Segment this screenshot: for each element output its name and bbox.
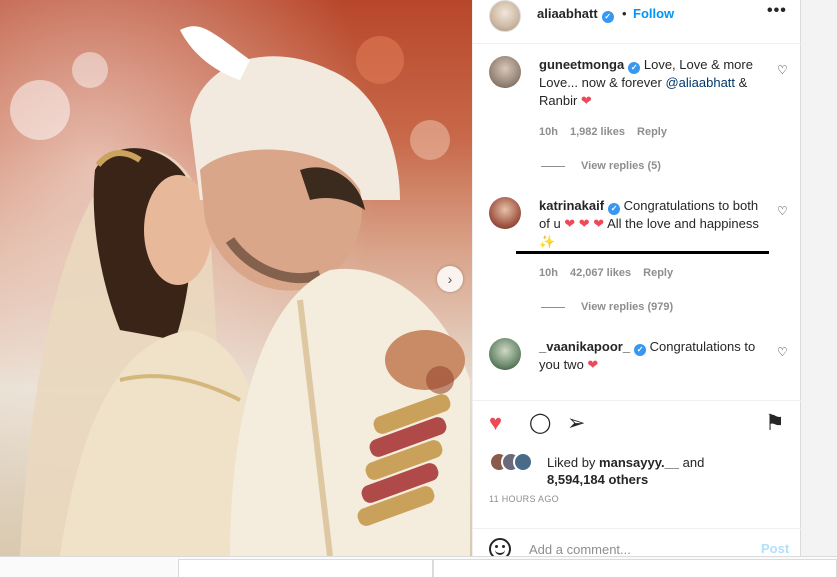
sparkle-emoji-icon: ✨ bbox=[539, 234, 556, 249]
post-photo[interactable]: › bbox=[0, 0, 472, 556]
comment-text: guneetmonga ✓ Love, Love & more Love... n… bbox=[539, 56, 767, 110]
comment-meta: 10h 42,067 likes Reply bbox=[539, 267, 685, 279]
view-replies-button[interactable]: View replies (979) bbox=[541, 301, 673, 313]
likes-count[interactable]: 8,594,184 others bbox=[547, 472, 648, 487]
comment-bubble-icon[interactable]: ◯ bbox=[529, 411, 551, 435]
comment-time: 10h bbox=[539, 267, 558, 279]
comment-likes[interactable]: 42,067 likes bbox=[570, 267, 631, 279]
liked-by-avatars[interactable] bbox=[489, 452, 543, 472]
follow-button[interactable]: Follow bbox=[633, 6, 674, 21]
bottom-strip bbox=[0, 556, 837, 577]
commenter-username[interactable]: guneetmonga bbox=[539, 57, 624, 72]
reply-button[interactable]: Reply bbox=[643, 267, 673, 279]
more-options-icon[interactable]: ••• bbox=[767, 2, 787, 20]
verified-badge-icon: ✓ bbox=[608, 203, 621, 215]
comment-time: 10h bbox=[539, 126, 558, 138]
post-comment-button[interactable]: Post bbox=[761, 541, 789, 556]
share-paper-plane-icon[interactable]: ➢ bbox=[567, 411, 585, 435]
liker-avatar bbox=[513, 452, 533, 472]
comment-text: katrinakaif ✓ Congratulations to both of … bbox=[539, 197, 767, 251]
view-replies-label[interactable]: View replies (5) bbox=[581, 160, 661, 172]
post-header: aliaabhatt ✓ • Follow ••• bbox=[473, 0, 802, 44]
annotation-underline bbox=[516, 251, 769, 254]
author-username[interactable]: aliaabhatt ✓ bbox=[537, 6, 614, 23]
liked-by-and: and bbox=[679, 455, 705, 470]
author-username-text[interactable]: aliaabhatt bbox=[537, 6, 598, 21]
verified-badge-icon: ✓ bbox=[601, 11, 614, 23]
commenter-username[interactable]: katrinakaif bbox=[539, 198, 604, 213]
bottom-panel-left bbox=[178, 559, 433, 577]
comment-like-icon[interactable]: ♡ bbox=[777, 204, 788, 218]
wedding-photo-illustration bbox=[0, 0, 472, 556]
author-avatar[interactable] bbox=[489, 0, 521, 32]
comment-likes[interactable]: 1,982 likes bbox=[570, 126, 625, 138]
comment-body-end: All the love and happiness bbox=[604, 216, 759, 231]
post-side-panel: aliaabhatt ✓ • Follow ••• guneetmonga ✓ Lo… bbox=[472, 0, 802, 560]
view-replies-button[interactable]: View replies (5) bbox=[541, 160, 661, 172]
commenter-avatar[interactable] bbox=[489, 338, 521, 370]
replies-divider bbox=[541, 165, 565, 167]
view-replies-label[interactable]: View replies (979) bbox=[581, 301, 673, 313]
liked-by-prefix: Liked by bbox=[547, 455, 600, 470]
heart-emoji-icon: ❤ bbox=[587, 357, 599, 372]
comment-like-icon[interactable]: ♡ bbox=[777, 345, 788, 359]
commenter-avatar[interactable] bbox=[489, 197, 521, 229]
liked-by-user[interactable]: mansayyy.__ bbox=[599, 455, 679, 470]
comment-meta: 10h 1,982 likes Reply bbox=[539, 126, 679, 138]
hearts-emoji-icon: ❤ ❤ ❤ bbox=[564, 216, 605, 231]
post-timestamp[interactable]: 11 HOURS AGO bbox=[489, 494, 559, 504]
instagram-post-view: › aliaabhatt ✓ • Follow ••• guneetmonga ✓ … bbox=[0, 0, 837, 577]
verified-badge-icon: ✓ bbox=[628, 62, 641, 74]
liked-by-section: Liked by mansayyy.__ and 8,594,184 other… bbox=[489, 452, 789, 492]
reply-button[interactable]: Reply bbox=[637, 126, 667, 138]
commenter-username[interactable]: _vaanikapoor_ bbox=[539, 339, 630, 354]
post-actions-bar: ♥ ◯ ➢ ⚑ bbox=[473, 400, 802, 446]
verified-badge-icon: ✓ bbox=[634, 344, 647, 356]
next-photo-button[interactable]: › bbox=[437, 266, 463, 292]
heart-emoji-icon: ❤ bbox=[580, 93, 592, 108]
save-bookmark-icon[interactable]: ⚑ bbox=[765, 411, 785, 435]
header-separator: • bbox=[622, 6, 627, 21]
liked-by-text: Liked by mansayyy.__ and 8,594,184 other… bbox=[547, 454, 704, 488]
replies-divider bbox=[541, 306, 565, 308]
like-heart-icon[interactable]: ♥ bbox=[489, 411, 502, 435]
chevron-right-icon: › bbox=[447, 271, 453, 287]
mention-link[interactable]: @aliaabhatt bbox=[665, 75, 735, 90]
comment-text: _vaanikapoor_ ✓ Congratulations to you tw… bbox=[539, 338, 767, 374]
bottom-panel-right bbox=[433, 559, 837, 577]
comment-like-icon[interactable]: ♡ bbox=[777, 63, 788, 77]
commenter-avatar[interactable] bbox=[489, 56, 521, 88]
